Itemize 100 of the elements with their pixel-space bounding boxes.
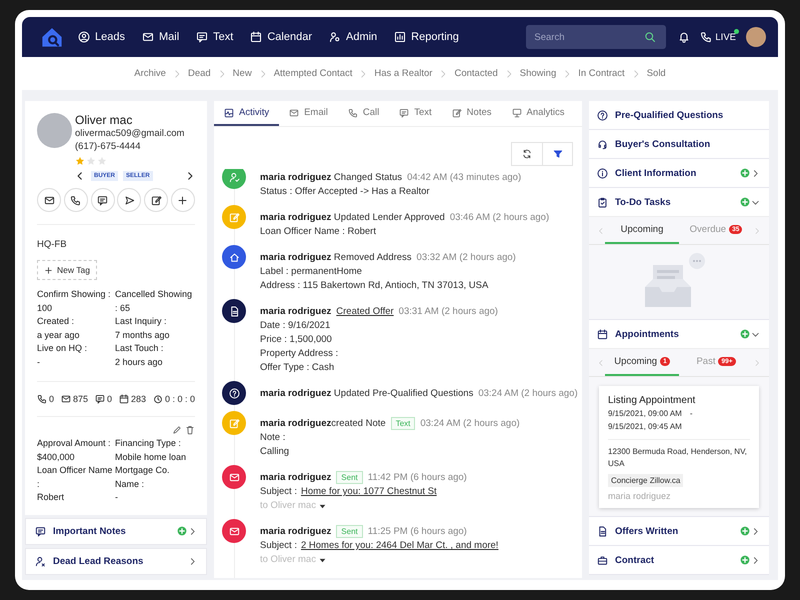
- chevron-right-icon[interactable]: [188, 526, 197, 536]
- nav-link[interactable]: Leads: [78, 31, 125, 43]
- question-icon: [597, 110, 608, 120]
- tab[interactable]: Call: [338, 101, 390, 126]
- tab[interactable]: Upcoming: [605, 217, 679, 244]
- clipboard-icon: [597, 196, 608, 208]
- user-avatar[interactable]: [746, 27, 766, 47]
- mail-icon: [228, 472, 240, 482]
- activity-detail: Price : 1,500,000: [260, 333, 333, 347]
- tab[interactable]: Activity: [214, 101, 280, 126]
- field-value: -: [115, 491, 119, 504]
- nav-link[interactable]: Mail: [142, 31, 180, 43]
- pipeline-stage[interactable]: In Contract: [578, 68, 625, 79]
- plus-button[interactable]: [170, 188, 195, 212]
- activity-detail: Offer Type : Cash: [260, 361, 336, 375]
- activity-link[interactable]: Created Offer: [336, 306, 394, 316]
- trash-icon[interactable]: [185, 425, 195, 435]
- chevron-right-icon[interactable]: [751, 526, 760, 536]
- section-header[interactable]: Buyer's Consultation: [589, 130, 769, 158]
- section-title: Contract: [615, 554, 656, 566]
- activity-detail: Calling: [260, 445, 290, 459]
- nav-link[interactable]: Admin: [328, 31, 378, 43]
- appointment-card[interactable]: Listing Appointment 9/15/2021, 09:00 AM - 9/15/2021, 09:45 AM 12300 Bermuda Road, Henderson, NV, USA Concierge Zillow.ca maria rodriguez: [599, 386, 759, 508]
- new-tag-button[interactable]: New Tag: [37, 260, 97, 280]
- tab[interactable]: Email: [279, 101, 338, 126]
- search-icon[interactable]: [644, 31, 656, 43]
- pipeline-stage[interactable]: Attempted Contact: [274, 68, 352, 79]
- chevron-right-icon[interactable]: [185, 171, 195, 181]
- calendar-icon: [250, 31, 262, 43]
- activity-time: 03:46 AM (2 hours ago): [450, 212, 550, 222]
- calendar-icon: [118, 394, 129, 404]
- field-value: $400,000: [37, 450, 76, 464]
- search-field[interactable]: Search: [526, 25, 666, 49]
- chevron-right-icon[interactable]: [751, 168, 760, 178]
- phone-icon: [70, 194, 82, 206]
- section-header[interactable]: Important Notes: [25, 518, 207, 544]
- lead-source: HQ-FB: [37, 239, 68, 250]
- tab[interactable]: Text: [389, 101, 442, 126]
- send-button[interactable]: [117, 188, 142, 212]
- house-search-logo-icon[interactable]: [40, 26, 64, 48]
- email-subject-link[interactable]: 2 Homes for you: 2464 Del Mar Ct. , and more!: [300, 540, 498, 551]
- count-value: 283: [130, 394, 146, 404]
- activity-time: 03:31 AM (2 hours ago): [398, 306, 498, 316]
- refresh-icon: [522, 149, 532, 159]
- pipeline-stage[interactable]: Has a Realtor: [374, 68, 432, 79]
- section-title: Client Information: [615, 168, 698, 178]
- nav-link[interactable]: Text: [196, 31, 234, 43]
- chevron-left-icon[interactable]: [75, 171, 85, 181]
- bell-icon[interactable]: [678, 31, 690, 43]
- pipeline-stage[interactable]: Contacted: [454, 68, 498, 79]
- section-header[interactable]: Contract: [589, 546, 769, 574]
- pipeline-stage[interactable]: Dead: [188, 68, 211, 79]
- phone-button[interactable]: [64, 188, 88, 212]
- contact-email: olivermac509@gmail.com: [75, 127, 186, 140]
- start-time: 9/15/2021, 09:00 AM: [608, 409, 682, 418]
- tab[interactable]: Analytics: [502, 101, 575, 126]
- section-header[interactable]: Dead Lead Reasons: [25, 548, 207, 574]
- nav-link[interactable]: Calendar: [250, 31, 312, 43]
- count-value: 875: [72, 394, 88, 404]
- tab[interactable]: Notes: [442, 101, 502, 126]
- live-call-button[interactable]: LIVE: [698, 31, 738, 43]
- star-rating[interactable]: [75, 156, 107, 166]
- section-header[interactable]: To-Do Tasks: [589, 188, 769, 216]
- document-icon: [597, 526, 608, 536]
- nav-link[interactable]: Reporting: [394, 31, 459, 43]
- edit-icon[interactable]: [172, 425, 182, 435]
- pipeline-stage[interactable]: Showing: [520, 68, 556, 79]
- activity-title: maria rodriguez: [260, 526, 332, 536]
- star-icon: [97, 156, 107, 166]
- field-value: 7 months ago: [115, 328, 171, 342]
- user-gear-icon: [328, 31, 341, 43]
- appointment-title: Listing Appointment: [608, 394, 696, 407]
- count-value: 0 : 0 : 0: [164, 394, 195, 404]
- section-header[interactable]: Offers Written: [589, 517, 769, 545]
- agent-name: maria rodriguez: [608, 491, 672, 501]
- mail-icon: [228, 526, 240, 536]
- field-label: Mortgage Co. Name :: [115, 464, 171, 490]
- chevron-right-icon[interactable]: [188, 556, 197, 566]
- section-header[interactable]: Client Information: [589, 159, 769, 187]
- pipeline-stage[interactable]: New: [232, 68, 252, 79]
- chat-button[interactable]: [90, 188, 115, 212]
- email-subject-link[interactable]: Home for you: 1077 Chestnut St: [300, 486, 437, 497]
- section-header[interactable]: Appointments: [589, 320, 769, 348]
- activity-title: maria rodriguez Updated Pre-Qualified Questions: [260, 388, 474, 398]
- edit-button[interactable]: [144, 188, 168, 212]
- section-title: Appointments: [615, 328, 680, 340]
- time-separator: -: [690, 409, 693, 418]
- mail-button[interactable]: [37, 188, 61, 212]
- field-value: : 65: [115, 302, 132, 314]
- pipeline-stage[interactable]: Archive: [134, 68, 166, 79]
- activity-detail: Note :: [260, 431, 286, 445]
- question-icon: [228, 388, 240, 398]
- status-dot: [734, 29, 739, 34]
- user-x-icon: [35, 556, 46, 566]
- activity-detail: Status : Offer Accepted -> Has a Realtor: [260, 185, 431, 199]
- pipeline-stage[interactable]: Sold: [646, 68, 666, 79]
- headset-icon: [597, 138, 608, 150]
- chevron-right-icon[interactable]: [751, 556, 760, 564]
- section-header[interactable]: Pre-Qualified Questions: [589, 101, 769, 129]
- field-label: Confirm Showing :: [37, 288, 112, 301]
